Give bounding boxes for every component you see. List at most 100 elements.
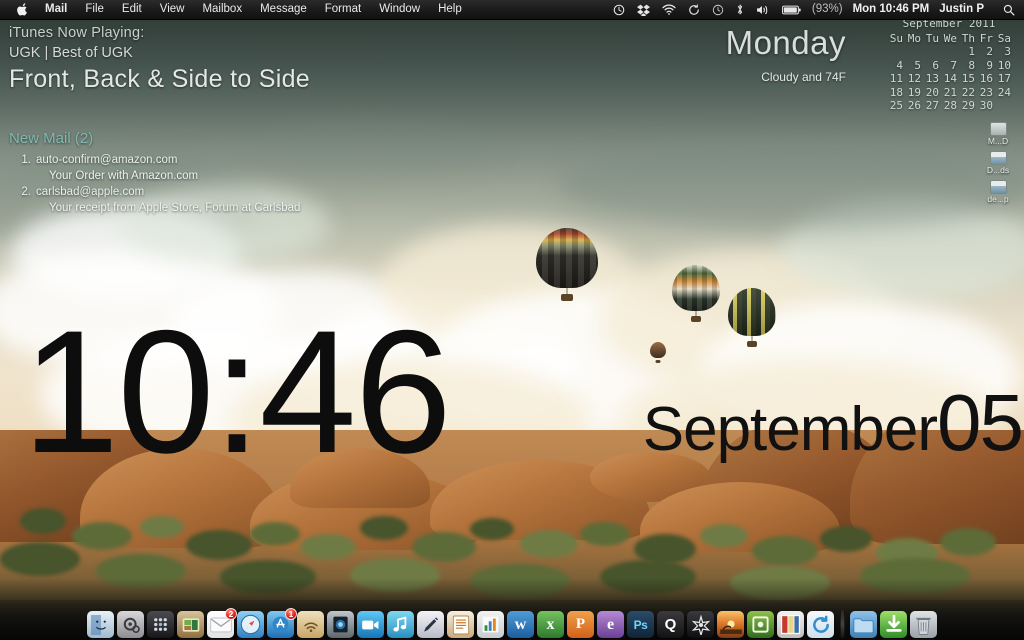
- calendar-day: 10: [997, 58, 1011, 72]
- menu-bar-clock[interactable]: Mon 10:46 PM: [848, 0, 935, 19]
- desktop-icon-label: de...p: [987, 194, 1009, 204]
- menu-item-view[interactable]: View: [151, 0, 194, 19]
- dock-item-dashboard[interactable]: [147, 611, 174, 638]
- dock-item-quicksilver[interactable]: Q: [657, 611, 684, 638]
- dock-item-itunes[interactable]: [387, 611, 414, 638]
- word-w-icon: w: [507, 611, 534, 638]
- new-mail-list: 1. auto-confirm@amazon.com Your Order wit…: [9, 152, 300, 216]
- menu-item-help[interactable]: Help: [429, 0, 471, 19]
- dock-stack-downloads[interactable]: [880, 611, 907, 638]
- time-machine-icon[interactable]: [607, 0, 631, 19]
- wifi-icon[interactable]: [656, 0, 682, 19]
- menu-item-window[interactable]: Window: [370, 0, 429, 19]
- quicksilver-q-icon: Q: [657, 611, 684, 638]
- menu-item-message[interactable]: Message: [251, 0, 316, 19]
- dock-item-finder[interactable]: [87, 611, 114, 638]
- dock-item-photoshop[interactable]: Ps: [627, 611, 654, 638]
- menu-app-name[interactable]: Mail: [36, 0, 76, 19]
- menu-item-format[interactable]: Format: [316, 0, 370, 19]
- mail-index: 2.: [21, 186, 31, 198]
- dock-item-sketchbook[interactable]: [417, 611, 444, 638]
- menu-item-edit[interactable]: Edit: [113, 0, 151, 19]
- calendar-day: 30: [979, 99, 993, 112]
- dock-item-microsoft-word[interactable]: w: [507, 611, 534, 638]
- dock-item-app-store-green[interactable]: [177, 611, 204, 638]
- calendar-day: [904, 45, 922, 59]
- menu-bar[interactable]: Mail File Edit View Mailbox Message Form…: [0, 0, 1024, 20]
- apple-logo-icon[interactable]: [8, 2, 36, 18]
- calendar-weekday: Su: [889, 31, 903, 45]
- trash-can-icon: [910, 611, 937, 638]
- battery-percent[interactable]: (93%): [807, 0, 848, 19]
- appstore-badge-count: 1: [285, 608, 297, 620]
- dock-item-airport-utility[interactable]: [297, 611, 324, 638]
- big-clock-time: 10:46: [22, 295, 452, 490]
- gears-icon: [117, 611, 144, 638]
- menu-item-file[interactable]: File: [76, 0, 113, 19]
- calendar-day: 18: [889, 85, 903, 99]
- desktop-icon-label: D...ds: [986, 165, 1010, 175]
- volume-icon[interactable]: [750, 0, 776, 19]
- calendar-day: 19: [907, 85, 921, 99]
- calendar-week-row: 4 5 6 7 8 9 10: [886, 59, 1012, 73]
- menu-bar-status-area: (93%) Mon 10:46 PM Justin P: [607, 0, 1024, 19]
- calendar-day: 25: [889, 99, 903, 112]
- big-date: September 05: [643, 383, 1024, 463]
- calendar-weekday: Mo: [907, 31, 921, 45]
- cloud: [560, 140, 1024, 230]
- dock-item-safari[interactable]: [237, 611, 264, 638]
- dropbox-icon[interactable]: [631, 0, 656, 19]
- calendar-day: 15: [961, 72, 975, 85]
- dock-item-textedit[interactable]: [447, 611, 474, 638]
- itunes-header: iTunes Now Playing:: [9, 25, 145, 41]
- calendar-day: 22: [961, 85, 975, 99]
- battery-icon[interactable]: [776, 0, 807, 19]
- sync-icon[interactable]: [682, 0, 706, 19]
- itunes-artist-album: UGK | Best of UGK: [9, 45, 133, 61]
- desktop-icon-macintosh-hd[interactable]: M...D: [976, 122, 1020, 147]
- dock-items: 2 1 w x P e Ps Q: [87, 608, 938, 640]
- video-camera-icon: [357, 611, 384, 638]
- dock-item-entourage[interactable]: e: [597, 611, 624, 638]
- dock-item-comic-life[interactable]: [777, 611, 804, 638]
- calendar-day: 29: [961, 99, 975, 112]
- dock-item-powerpoint[interactable]: P: [567, 611, 594, 638]
- dock-item-iphoto[interactable]: [717, 611, 744, 638]
- clock-icon[interactable]: [706, 0, 730, 19]
- calendar-weekday-row: Su Mo Tu We Th Fr Sa: [886, 32, 1012, 46]
- calendar-weekday: Sa: [997, 31, 1011, 45]
- bluetooth-icon[interactable]: [730, 0, 750, 19]
- desktop-icon-downloads[interactable]: D...ds: [976, 151, 1020, 176]
- dock-item-photo-booth[interactable]: [747, 611, 774, 638]
- dock-item-mail[interactable]: 2: [207, 608, 237, 638]
- desktop-icon-desktop[interactable]: de...p: [976, 180, 1020, 205]
- calendar-day: 7: [950, 58, 957, 72]
- dock-stack-documents[interactable]: [850, 611, 877, 638]
- hot-air-balloon-medium: [672, 265, 720, 323]
- document-lines-icon: [447, 611, 474, 638]
- mail-sender: auto-confirm@amazon.com: [36, 154, 178, 166]
- dock-item-vlc[interactable]: [687, 611, 714, 638]
- dock-item-chrome-sync[interactable]: [807, 611, 834, 638]
- new-mail-widget: New Mail (2) 1. auto-confirm@amazon.com Y…: [9, 128, 300, 216]
- calendar-day: 20: [925, 85, 939, 99]
- dock-item-system-preferences[interactable]: [117, 611, 144, 638]
- calendar-day: 8: [968, 58, 975, 72]
- menu-item-mailbox[interactable]: Mailbox: [193, 0, 251, 19]
- calendar-day: 14: [943, 72, 957, 85]
- dock[interactable]: 2 1 w x P e Ps Q: [0, 600, 1024, 640]
- dock-item-microsoft-excel[interactable]: x: [537, 611, 564, 638]
- appstore-green-icon: [177, 611, 204, 638]
- dock-item-preview[interactable]: [327, 611, 354, 638]
- spotlight-search-icon[interactable]: [989, 0, 1017, 19]
- dock-item-facetime[interactable]: [357, 611, 384, 638]
- music-note-icon: [387, 611, 414, 638]
- dock-item-mac-app-store[interactable]: 1: [267, 608, 297, 638]
- calendar-day: 26: [907, 99, 921, 112]
- calendar-week-row: 18 19 20 21 22 23 24: [886, 86, 1012, 100]
- menu-bar-user[interactable]: Justin P: [934, 0, 989, 19]
- calendar-day: 24: [997, 85, 1011, 99]
- dock-item-numbers[interactable]: [477, 611, 504, 638]
- dock-item-trash[interactable]: [910, 611, 937, 638]
- weekday-label: Monday: [725, 24, 846, 61]
